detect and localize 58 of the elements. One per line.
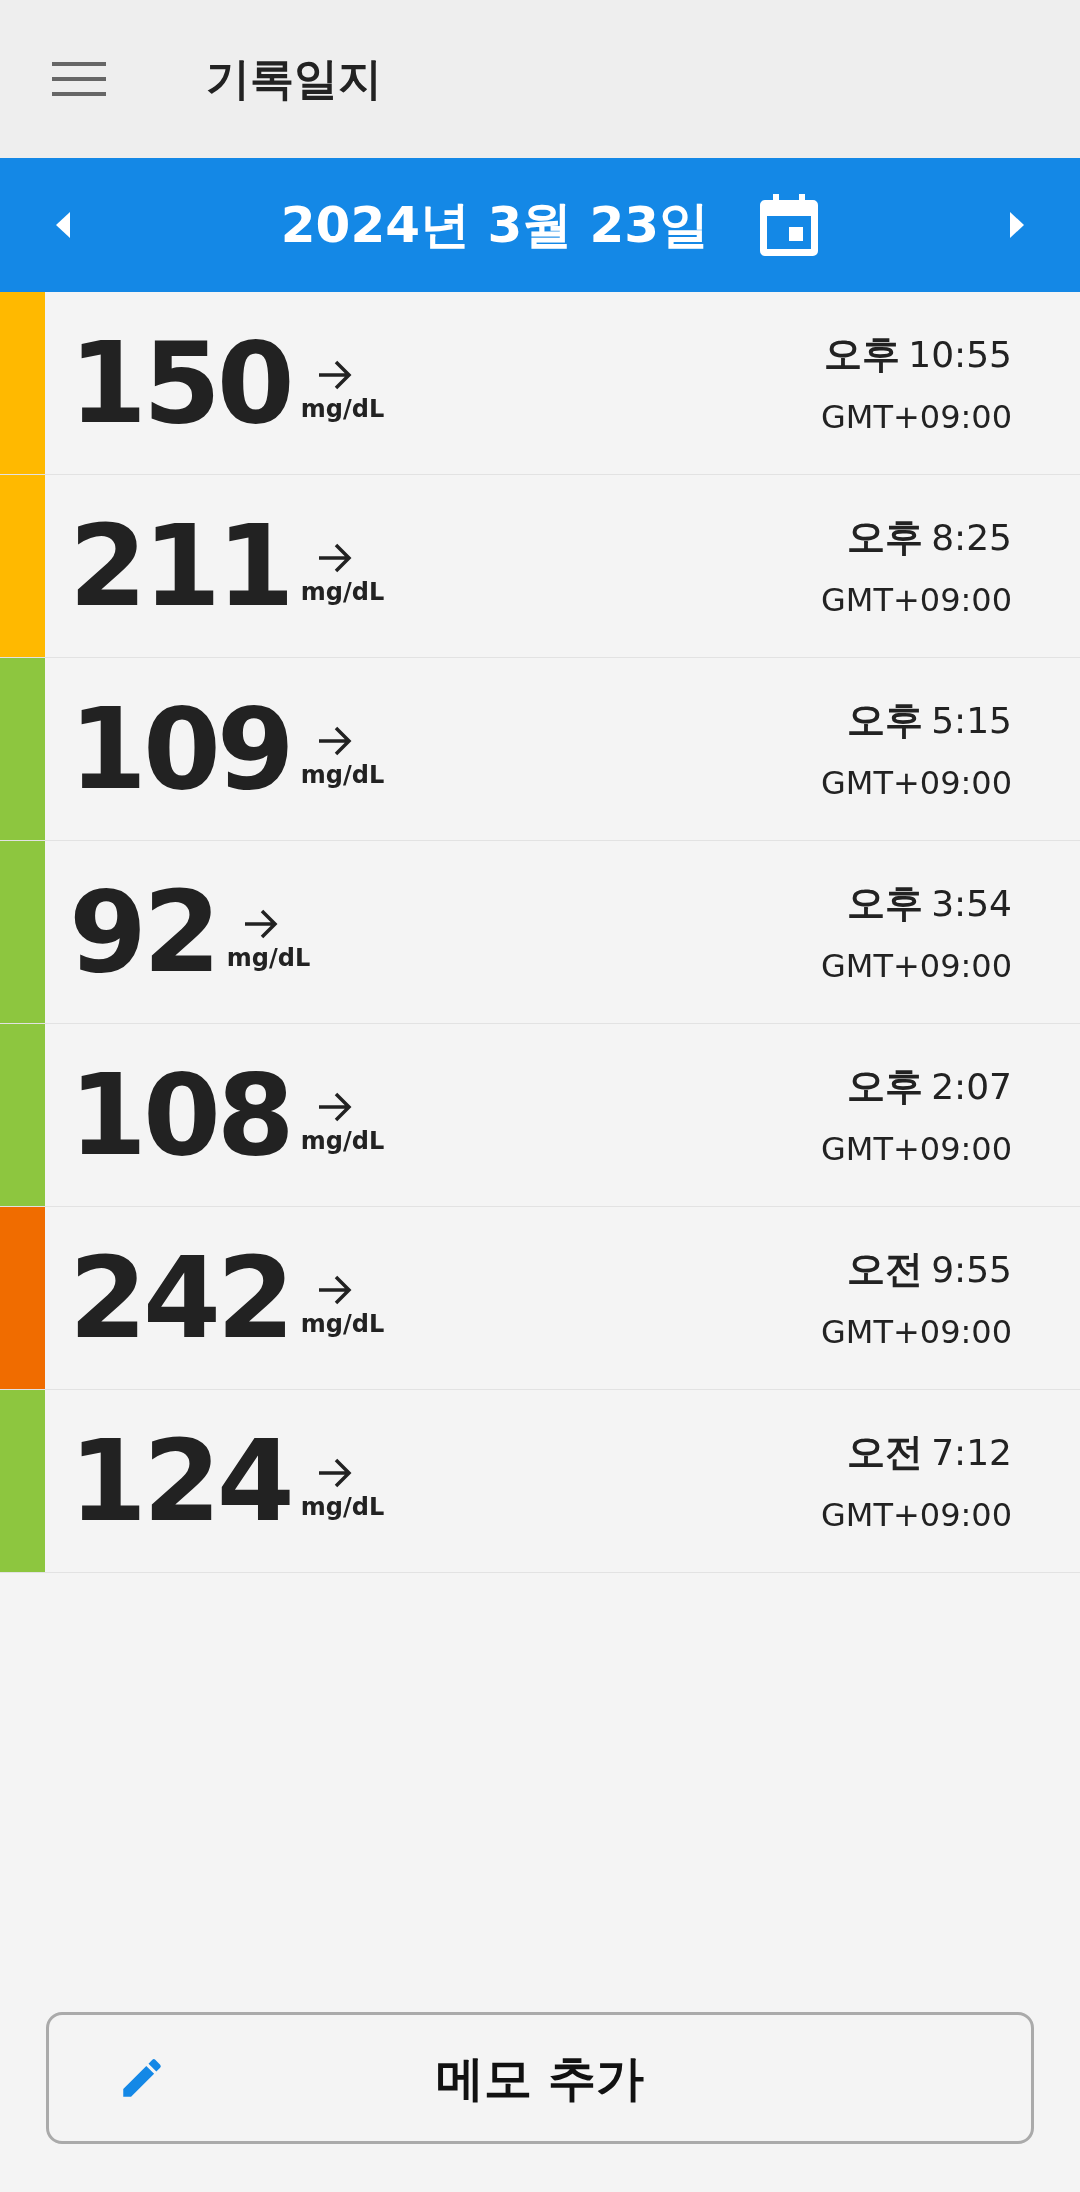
glucose-value: 92	[69, 876, 217, 988]
right-arrow-icon	[316, 542, 353, 574]
calendar-button[interactable]	[759, 194, 820, 256]
time-period: 오후	[847, 696, 924, 744]
page-title: 기록일지	[206, 52, 382, 106]
unit-label: mg/dL	[300, 1309, 385, 1340]
unit-label: mg/dL	[300, 394, 385, 425]
time-period: 오전	[847, 1428, 924, 1476]
reading-row[interactable]: 124 mg/dL 오전 7:12 GMT+09:00	[0, 1390, 1080, 1573]
reading-row[interactable]: 92 mg/dL 오후 3:54 GMT+09:00	[0, 841, 1080, 1024]
time-period: 오후	[847, 879, 924, 927]
glucose-value: 124	[69, 1425, 291, 1537]
reading-time: 7:12	[931, 1430, 1012, 1475]
reading-row[interactable]: 211 mg/dL 오후 8:25 GMT+09:00	[0, 475, 1080, 658]
reading-row[interactable]: 108 mg/dL 오후 2:07 GMT+09:00	[0, 1024, 1080, 1207]
unit-label: mg/dL	[226, 943, 311, 974]
timezone-label: GMT+09:00	[821, 579, 1012, 621]
reading-time: 10:55	[908, 332, 1012, 377]
time-period: 오후	[847, 1062, 924, 1110]
reading-row[interactable]: 242 mg/dL 오전 9:55 GMT+09:00	[0, 1207, 1080, 1390]
time-period: 오후	[847, 513, 924, 561]
add-note-button[interactable]: 메모 추가	[46, 2012, 1034, 2144]
right-arrow-icon	[316, 359, 353, 391]
timezone-label: GMT+09:00	[821, 762, 1012, 804]
timezone-label: GMT+09:00	[821, 1128, 1012, 1170]
reading-time: 5:15	[931, 698, 1012, 743]
timezone-label: GMT+09:00	[821, 1311, 1012, 1353]
glucose-value: 109	[69, 693, 291, 805]
reading-time: 2:07	[931, 1064, 1012, 1109]
reading-time: 3:54	[931, 881, 1012, 926]
glucose-value: 108	[69, 1059, 291, 1171]
menu-button[interactable]	[52, 59, 106, 99]
right-arrow-icon	[316, 1274, 353, 1306]
reading-row[interactable]: 150 mg/dL 오후 10:55 GMT+09:00	[0, 292, 1080, 475]
reading-time: 9:55	[931, 1247, 1012, 1292]
unit-label: mg/dL	[300, 1492, 385, 1523]
timezone-label: GMT+09:00	[821, 945, 1012, 987]
timezone-label: GMT+09:00	[821, 396, 1012, 438]
right-arrow-icon	[316, 1457, 353, 1489]
glucose-value: 211	[69, 510, 291, 622]
menu-icon	[52, 60, 106, 98]
unit-label: mg/dL	[300, 1126, 385, 1157]
time-period: 오후	[824, 330, 901, 378]
right-arrow-icon	[316, 725, 353, 757]
left-caret-icon	[56, 212, 70, 238]
glucose-value: 150	[69, 327, 291, 439]
unit-label: mg/dL	[300, 760, 385, 791]
reading-time: 8:25	[931, 515, 1012, 560]
reading-row[interactable]: 109 mg/dL 오후 5:15 GMT+09:00	[0, 658, 1080, 841]
right-arrow-icon	[316, 1091, 353, 1123]
right-arrow-icon	[242, 908, 279, 940]
glucose-value: 242	[69, 1242, 291, 1354]
unit-label: mg/dL	[300, 577, 385, 608]
time-period: 오전	[847, 1245, 924, 1293]
calendar-icon	[759, 194, 820, 256]
right-caret-icon	[1010, 212, 1024, 238]
timezone-label: GMT+09:00	[821, 1494, 1012, 1536]
date-label: 2024년 3월 23일	[280, 194, 710, 256]
